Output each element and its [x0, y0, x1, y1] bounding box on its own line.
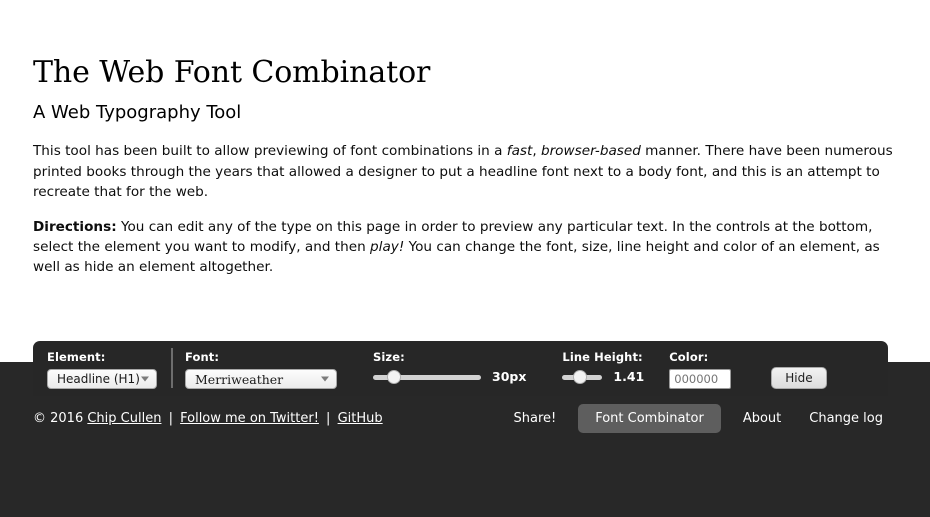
- color-label: Color:: [669, 350, 709, 364]
- line-height-slider[interactable]: [562, 369, 603, 384]
- line-height-slider-thumb[interactable]: [573, 369, 588, 384]
- copyright: © 2016 Chip Cullen | Follow me on Twitte…: [33, 411, 383, 426]
- nav-item-font-combinator[interactable]: Font Combinator: [578, 404, 721, 433]
- size-slider-thumb[interactable]: [387, 369, 401, 384]
- separator-2: |: [321, 411, 335, 426]
- element-select-value: Headline (H1): [57, 372, 140, 386]
- font-label: Font:: [185, 350, 220, 364]
- twitter-link[interactable]: Follow me on Twitter!: [180, 411, 319, 426]
- directions-label: Directions:: [33, 218, 117, 235]
- line-height-control-row: 1.41: [562, 369, 644, 384]
- line-height-label: Line Height:: [562, 350, 643, 364]
- separator-1: |: [164, 411, 178, 426]
- page-subtitle[interactable]: A Web Typography Tool: [33, 100, 898, 125]
- intro-emphasis-browser-based: browser-based: [540, 143, 641, 160]
- author-link[interactable]: Chip Cullen: [87, 411, 161, 426]
- element-label: Element:: [47, 350, 106, 364]
- nav-item-about[interactable]: About: [729, 405, 795, 432]
- size-control-group: Size: 30px: [351, 350, 540, 384]
- line-height-value: 1.41: [613, 369, 645, 384]
- directions-emphasis-play: play!: [370, 239, 405, 256]
- font-select[interactable]: Merriweather: [185, 369, 337, 389]
- directions-paragraph[interactable]: Directions: You can edit any of the type…: [33, 217, 898, 278]
- copyright-prefix: © 2016: [33, 411, 88, 426]
- element-select[interactable]: Headline (H1): [47, 369, 157, 389]
- intro-text-1: This tool has been built to allow previe…: [33, 143, 507, 160]
- github-link[interactable]: GitHub: [338, 411, 383, 426]
- size-control-row: 30px: [373, 369, 526, 384]
- size-label: Size:: [373, 350, 405, 364]
- color-control-row: [669, 369, 732, 389]
- footer-nav: Share! Font Combinator About Change log: [499, 404, 897, 433]
- page-title[interactable]: The Web Font Combinator: [33, 52, 898, 94]
- line-height-control-group: Line Height: 1.41: [540, 350, 658, 384]
- hide-button[interactable]: Hide: [771, 367, 827, 389]
- page-content: The Web Font Combinator A Web Typography…: [0, 0, 930, 278]
- color-input[interactable]: [669, 369, 732, 389]
- intro-emphasis-fast: fast: [506, 143, 533, 160]
- chevron-down-icon: [141, 376, 149, 382]
- font-control-group: Font: Merriweather: [171, 348, 351, 389]
- element-control-row: Headline (H1): [47, 369, 157, 389]
- color-control-group: Color:: [658, 350, 745, 389]
- control-bar: Element: Headline (H1) Font: Merriweathe…: [33, 341, 888, 396]
- chevron-down-icon: [321, 376, 329, 382]
- font-control-row: Merriweather: [185, 369, 337, 389]
- element-control-group: Element: Headline (H1): [33, 350, 171, 389]
- intro-text-2: ,: [532, 143, 541, 160]
- font-select-value: Merriweather: [195, 371, 284, 387]
- nav-item-change-log[interactable]: Change log: [795, 405, 897, 432]
- size-value: 30px: [492, 369, 527, 384]
- intro-paragraph[interactable]: This tool has been built to allow previe…: [33, 141, 898, 202]
- size-slider[interactable]: [373, 369, 481, 384]
- nav-item-share[interactable]: Share!: [499, 405, 570, 432]
